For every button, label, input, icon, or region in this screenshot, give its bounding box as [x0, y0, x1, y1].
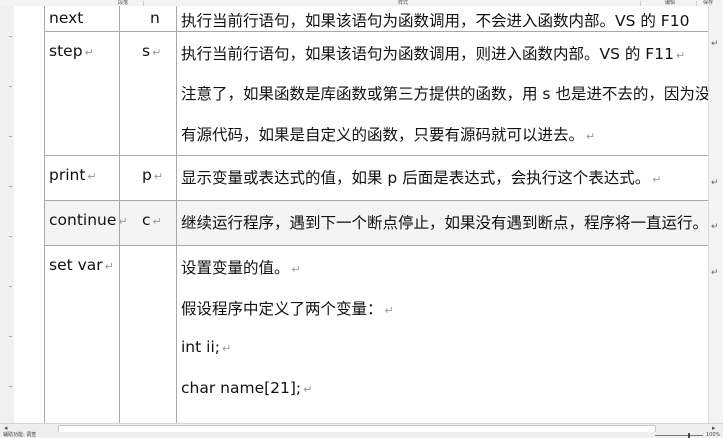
cmd-desc-line: 设置变量的值。 ↵ [181, 259, 301, 277]
cmd-name: set var ↵ [49, 256, 114, 274]
vertical-ruler[interactable] [0, 6, 15, 423]
cmd-short: c ↵ [142, 211, 162, 229]
document-page[interactable]: next n 执行当前行语句，如果该语句为函数调用，不会进入函数内部。VS 的 … [14, 6, 708, 423]
cmd-desc-line: 执行当前行语句，如果该语句为函数调用，则进入函数内部。VS 的 F11 ↵ [181, 45, 686, 63]
cmd-desc-line: 显示变量或表达式的值，如果 p 后面是表达式，会执行这个表达式。 ↵ [181, 169, 662, 187]
cmd-name: step ↵ [49, 42, 94, 60]
cmd-desc-line: 有源代码，如果是自定义的函数，只要有源码就可以进去。 ↵ [181, 126, 596, 144]
comment-marker-icon[interactable]: ↵ [711, 178, 719, 188]
cmd-short: s ↵ [142, 42, 162, 60]
vertical-scrollbar[interactable]: ↵ ↵ ↵ ↵ [708, 6, 723, 423]
table-row-print: print ↵ p ↵ 显示变量或表达式的值，如果 p 后面是表达式，会执行这个表达… [44, 155, 708, 200]
cmd-desc-line: char name[21]; ↵ [181, 379, 313, 397]
cmd-short: p ↵ [142, 166, 164, 184]
zoom-slider-thumb[interactable] [688, 433, 690, 438]
command-table: next n 执行当前行语句，如果该语句为函数调用，不会进入函数内部。VS 的 … [44, 6, 708, 423]
comment-marker-icon[interactable]: ↵ [711, 268, 719, 278]
comment-marker-icon[interactable]: ↵ [711, 222, 719, 232]
cmd-short: n [150, 9, 160, 27]
status-bar: 辅助功能: 调查 100% [0, 432, 723, 438]
cmd-desc-line: int ii; ↵ [181, 338, 232, 356]
table-row-next: next n 执行当前行语句，如果该语句为函数调用，不会进入函数内部。VS 的 … [44, 6, 708, 31]
cmd-desc: 执行当前行语句，如果该语句为函数调用，不会进入函数内部。VS 的 F10 [181, 12, 690, 30]
table-row-step: step ↵ s ↵ 执行当前行语句，如果该语句为函数调用，则进入函数内部。VS 的… [44, 31, 708, 155]
cmd-desc-line: 继续运行程序，遇到下一个断点停止，如果没有遇到断点，程序将一直运行。↵ [181, 214, 708, 232]
cmd-name: next [49, 9, 84, 27]
zoom-slider[interactable] [655, 435, 703, 436]
cmd-desc-line: 注意了，如果函数是库函数或第三方提供的函数，用 s 也是进不去的，因为没 [181, 85, 708, 103]
cmd-desc-line: 假设程序中定义了两个变量： ↵ [181, 300, 394, 318]
accessibility-status[interactable]: 辅助功能: 调查 [3, 432, 36, 438]
table-row-set-var: set var ↵ 设置变量的值。 ↵ 假设程序中定义了两个变量： ↵ int ii;… [44, 245, 708, 423]
cmd-name: print ↵ [49, 166, 97, 184]
zoom-level[interactable]: 100% [706, 432, 720, 438]
cmd-name: continue ↵ [49, 211, 128, 229]
table-row-continue: continue ↵ c ↵ 继续运行程序，遇到下一个断点停止，如果没有遇到断点，程… [44, 200, 708, 245]
comment-marker-icon[interactable]: ↵ [711, 39, 719, 49]
